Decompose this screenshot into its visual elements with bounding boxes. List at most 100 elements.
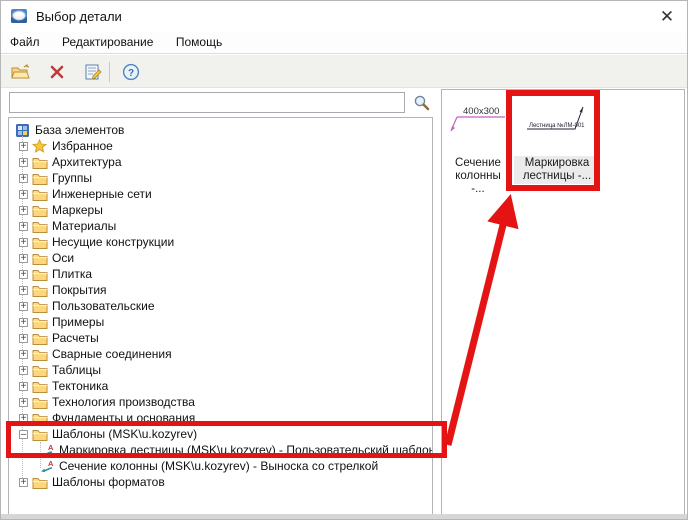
- folder-icon: [32, 299, 48, 313]
- collapse-icon[interactable]: –: [19, 430, 28, 439]
- expand-icon[interactable]: +: [19, 302, 28, 311]
- expand-icon[interactable]: +: [19, 414, 28, 423]
- search-button[interactable]: [409, 92, 433, 113]
- tree-item-label: Сварные соединения: [52, 347, 172, 361]
- open-button[interactable]: [9, 60, 33, 84]
- svg-text:400x300: 400x300: [463, 106, 499, 117]
- tree-item[interactable]: + Инженерные сети: [9, 186, 432, 202]
- tree-item-label: Технология производства: [52, 395, 195, 409]
- expand-icon[interactable]: +: [19, 190, 28, 199]
- preview-item[interactable]: Лестница №ЛМ-001 Маркировкалестницы -...: [514, 94, 600, 184]
- close-button[interactable]: ✕: [655, 5, 679, 29]
- tree-item-label: Маркировка лестницы (MSK\u.kozyrev) - По…: [59, 443, 433, 457]
- tree-item-label: Маркеры: [52, 203, 103, 217]
- expand-icon[interactable]: +: [19, 478, 28, 487]
- tree-item-label: Сечение колонны (MSK\u.kozyrev) - Выноск…: [59, 459, 378, 473]
- folder-icon: [32, 347, 48, 361]
- tree-item[interactable]: + Таблицы: [9, 362, 432, 378]
- expand-icon[interactable]: +: [19, 366, 28, 375]
- tree-item-label: Инженерные сети: [52, 187, 152, 201]
- folder-icon: [32, 331, 48, 345]
- folder-icon: [32, 267, 48, 281]
- edit-document-icon: [84, 63, 102, 81]
- edit-button[interactable]: [81, 60, 105, 84]
- star-icon: [32, 139, 48, 153]
- window-bottom-edge: [1, 514, 687, 519]
- tree-item[interactable]: +Плитка: [9, 266, 432, 282]
- expand-icon[interactable]: +: [19, 286, 28, 295]
- help-button[interactable]: ?: [119, 60, 143, 84]
- expand-icon[interactable]: +: [19, 350, 28, 359]
- tree-item-label: Материалы: [52, 219, 116, 233]
- tree-item-label: Архитектура: [52, 155, 122, 169]
- expand-icon[interactable]: +: [19, 334, 28, 343]
- expand-icon[interactable]: +: [19, 382, 28, 391]
- tree-item[interactable]: + Сварные соединения: [9, 346, 432, 362]
- svg-text:?: ?: [128, 68, 134, 79]
- delete-x-icon: [49, 64, 65, 80]
- tree-item[interactable]: + Технология производства: [9, 394, 432, 410]
- tree-item-label: Несущие конструкции: [52, 235, 174, 249]
- menu-edit[interactable]: Редактирование: [53, 31, 162, 49]
- tree-item[interactable]: – Шаблоны (MSK\u.kozyrev): [9, 426, 432, 442]
- tree-item-label: Таблицы: [52, 363, 101, 377]
- tree-item-label: Фундаменты и основания: [52, 411, 195, 425]
- folder-icon: [32, 187, 48, 201]
- tree-item[interactable]: + Пользовательские: [9, 298, 432, 314]
- search-input[interactable]: [9, 92, 405, 113]
- tree-item[interactable]: +Примеры: [9, 314, 432, 330]
- help-icon: ?: [122, 63, 140, 81]
- tree-item[interactable]: + Несущие конструкции: [9, 234, 432, 250]
- expand-icon[interactable]: +: [19, 318, 28, 327]
- folder-icon: [32, 171, 48, 185]
- element-tree-panel: База элементов+Избранное+Архитектура+Гру…: [8, 117, 433, 515]
- tree-item-label: Тектоника: [52, 379, 108, 393]
- tree-item[interactable]: + Маркеры: [9, 202, 432, 218]
- tree-item-label: Пользовательские: [52, 299, 155, 313]
- tree-item[interactable]: +Избранное: [9, 138, 432, 154]
- folder-icon: [32, 395, 48, 409]
- folder-icon: [32, 155, 48, 169]
- tree-item[interactable]: +Шаблоны форматов: [9, 474, 432, 490]
- title-bar[interactable]: Выбор детали ✕: [1, 1, 687, 31]
- tree-item-label: Расчеты: [52, 331, 99, 345]
- menu-help[interactable]: Помощь: [167, 31, 231, 49]
- expand-icon[interactable]: +: [19, 142, 28, 151]
- preview-item[interactable]: 400x300 Сечениеколонны -...: [446, 94, 510, 197]
- expand-icon[interactable]: +: [19, 174, 28, 183]
- tree-item[interactable]: AМаркировка лестницы (MSK\u.kozyrev) - П…: [9, 442, 432, 458]
- tree-connector-line: [40, 442, 41, 468]
- expand-icon[interactable]: +: [19, 206, 28, 215]
- delete-button[interactable]: [45, 60, 69, 84]
- tree-item[interactable]: + Покрытия: [9, 282, 432, 298]
- expand-icon[interactable]: +: [19, 254, 28, 263]
- expand-icon[interactable]: +: [19, 270, 28, 279]
- expand-icon[interactable]: +: [19, 238, 28, 247]
- preview-item-label: Маркировкалестницы -...: [514, 156, 600, 184]
- folder-icon: [32, 219, 48, 233]
- tree-item[interactable]: + Расчеты: [9, 330, 432, 346]
- tree-item[interactable]: База элементов: [9, 122, 432, 138]
- folder-icon: [32, 379, 48, 393]
- expand-icon[interactable]: +: [19, 398, 28, 407]
- tree-item[interactable]: + Тектоника: [9, 378, 432, 394]
- tree-item-label: Покрытия: [52, 283, 107, 297]
- tree-item[interactable]: +Оси: [9, 250, 432, 266]
- svg-text:A: A: [48, 459, 54, 468]
- folder-icon: [32, 315, 48, 329]
- tree-item[interactable]: + Архитектура: [9, 154, 432, 170]
- toolbar: ?: [1, 55, 687, 88]
- expand-icon[interactable]: +: [19, 158, 28, 167]
- tree-item[interactable]: +Группы: [9, 170, 432, 186]
- tree-item[interactable]: + Фундаменты и основания: [9, 410, 432, 426]
- tree-item-label: Шаблоны (MSK\u.kozyrev): [52, 427, 197, 441]
- preview-thumbnail: Лестница №ЛМ-001: [514, 94, 600, 150]
- folder-icon: [32, 283, 48, 297]
- tree-item[interactable]: + Материалы: [9, 218, 432, 234]
- tree-item[interactable]: A Сечение колонны (MSK\u.kozyrev) - Вынос…: [9, 458, 432, 474]
- menu-file[interactable]: Файл: [1, 31, 49, 49]
- preview-item-label: Сечениеколонны -...: [446, 156, 510, 197]
- expand-icon[interactable]: +: [19, 222, 28, 231]
- folder-icon: [32, 235, 48, 249]
- app-icon: [10, 7, 28, 25]
